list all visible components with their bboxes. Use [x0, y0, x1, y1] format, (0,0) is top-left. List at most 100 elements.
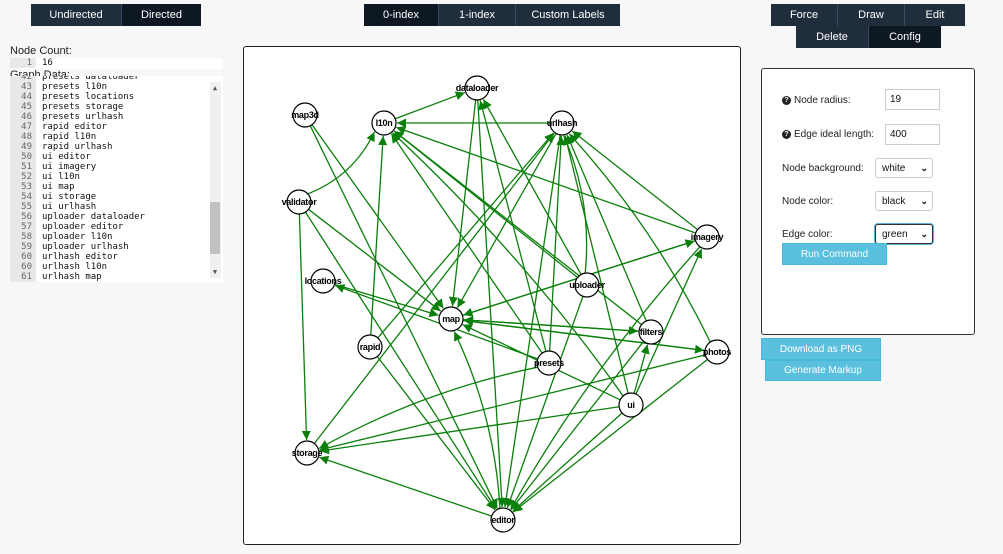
node-label: imagery: [691, 232, 724, 242]
scroll-down-icon[interactable]: ▼: [210, 267, 220, 277]
line-number: 47: [10, 122, 36, 132]
node-editor[interactable]: editor: [490, 507, 516, 533]
code-line: 53 ui map: [10, 182, 210, 192]
node-map[interactable]: map: [438, 306, 464, 332]
node-color-row: Node color:: [782, 196, 833, 207]
node-storage[interactable]: storage: [292, 440, 323, 466]
node-l10n[interactable]: l10n: [371, 110, 397, 136]
node-map3d[interactable]: map3d: [291, 102, 319, 128]
edit-button[interactable]: Edit: [905, 4, 965, 26]
edge-ui-l10n[interactable]: [392, 132, 624, 397]
edge-ui-editor[interactable]: [512, 412, 623, 512]
line-text: presets l10n: [42, 82, 108, 92]
edge-photos-storage[interactable]: [319, 354, 706, 453]
code-line: 60 urlhash l10n: [10, 262, 210, 272]
edge-length-label: Edge ideal length:: [794, 129, 875, 140]
run-command-button[interactable]: Run Command: [782, 243, 887, 265]
code-line: 50 ui editor: [10, 152, 210, 162]
node-background-value: white: [882, 162, 906, 174]
download-png-button[interactable]: Download as PNG: [761, 338, 881, 360]
edge-locations-map[interactable]: [334, 283, 439, 318]
edge-color-row: Edge color:: [782, 229, 833, 240]
node-rapid[interactable]: rapid: [357, 334, 383, 360]
edge-photos-editor[interactable]: [512, 358, 708, 513]
node-count-editor[interactable]: 1 16: [10, 58, 223, 69]
mode-toolbar-row2: Delete Config: [796, 26, 941, 48]
edge-rapid-l10n[interactable]: [370, 135, 388, 336]
direction-toggle: Undirected Directed: [31, 4, 201, 26]
line-number: 58: [10, 232, 36, 242]
draw-button[interactable]: Draw: [838, 4, 905, 26]
edge-color-select[interactable]: green ⌄: [875, 224, 933, 244]
edge-storage-urlhash[interactable]: [313, 132, 555, 444]
directed-button[interactable]: Directed: [122, 4, 201, 26]
node-filters[interactable]: filters: [638, 319, 664, 345]
one-index-button[interactable]: 1-index: [439, 4, 516, 26]
scrollbar-thumb[interactable]: [210, 202, 220, 254]
edge-validator-storage[interactable]: [298, 213, 311, 441]
node-background-select[interactable]: white ⌄: [875, 158, 933, 178]
edge-color-label: Edge color:: [782, 229, 833, 240]
graph-data-editor[interactable]: 42 presets dataloader 43 presets l10n 44 pres…: [10, 76, 223, 282]
edge-presets-storage[interactable]: [318, 366, 538, 450]
delete-button[interactable]: Delete: [796, 26, 869, 48]
edge-l10n-dataloader[interactable]: [395, 91, 466, 120]
node-radius-row: ? Node radius:: [782, 95, 851, 106]
config-button[interactable]: Config: [869, 26, 941, 48]
edge-urlhash-map[interactable]: [456, 133, 557, 309]
line-number: 56: [10, 212, 36, 222]
scroll-up-icon[interactable]: ▲: [210, 83, 220, 93]
question-circle-icon: ?: [782, 130, 791, 139]
node-validator[interactable]: validator: [282, 189, 318, 215]
node-label: map3d: [291, 110, 319, 120]
edge-length-input[interactable]: 400: [885, 124, 940, 145]
custom-labels-button[interactable]: Custom Labels: [516, 4, 620, 26]
line-number: 54: [10, 192, 36, 202]
edge-map-photos[interactable]: [462, 319, 705, 354]
edge-ui-urlhash[interactable]: [562, 135, 629, 394]
line-number: 49: [10, 142, 36, 152]
edge-rapid-editor[interactable]: [376, 356, 496, 511]
line-text: presets locations: [42, 92, 135, 102]
mode-toolbar: Force Draw Edit: [771, 4, 965, 26]
node-radius-input[interactable]: 19: [885, 89, 940, 110]
node-radius-label: Node radius:: [794, 95, 851, 106]
line-text: urlhash l10n: [42, 262, 108, 272]
graph-canvas[interactable]: dataloader urlhash l10n map3d validator image…: [243, 46, 741, 545]
edge-urlhash-editor[interactable]: [501, 134, 561, 508]
config-panel: ? Node radius: 19 ? Edge ideal length: 4…: [761, 68, 975, 335]
chevron-down-icon: ⌄: [920, 228, 928, 239]
code-line: 58 uploader l10n: [10, 232, 210, 242]
generate-markup-button[interactable]: Generate Markup: [765, 360, 881, 381]
code-line: 46 presets urlhash: [10, 112, 210, 122]
graph-svg[interactable]: dataloader urlhash l10n map3d validator image…: [244, 47, 741, 545]
force-button[interactable]: Force: [771, 4, 838, 26]
line-text: ui map: [42, 182, 75, 192]
line-text: ui storage: [42, 192, 97, 202]
line-number: 45: [10, 102, 36, 112]
node-color-value: black: [882, 195, 906, 207]
code-line: 57 uploader editor: [10, 222, 210, 232]
chevron-down-icon: ⌄: [920, 195, 928, 206]
undirected-button[interactable]: Undirected: [31, 4, 122, 26]
edge-uploader-urlhash[interactable]: [563, 135, 588, 274]
line-number: 60: [10, 252, 36, 262]
chevron-down-icon: ⌄: [920, 162, 928, 173]
question-circle-icon: ?: [782, 96, 791, 105]
node-background-row: Node background:: [782, 163, 864, 174]
node-label: filters: [640, 327, 663, 337]
node-color-select[interactable]: black ⌄: [875, 191, 933, 211]
line-number: 48: [10, 132, 36, 142]
code-line: 44 presets locations: [10, 92, 210, 102]
edge-map3d-editor[interactable]: [309, 125, 498, 509]
line-text: uploader dataloader: [42, 212, 145, 222]
node-locations[interactable]: locations: [305, 268, 342, 294]
node-dataloader[interactable]: dataloader: [456, 75, 499, 101]
zero-index-button[interactable]: 0-index: [364, 4, 439, 26]
edge-dataloader-map[interactable]: [448, 99, 477, 307]
line-text: urlhash map: [42, 272, 102, 282]
node-label: presets: [534, 358, 564, 368]
edge-editor-storage[interactable]: [319, 455, 492, 517]
line-text: uploader l10n: [42, 232, 113, 242]
node-ui[interactable]: ui: [618, 392, 644, 418]
